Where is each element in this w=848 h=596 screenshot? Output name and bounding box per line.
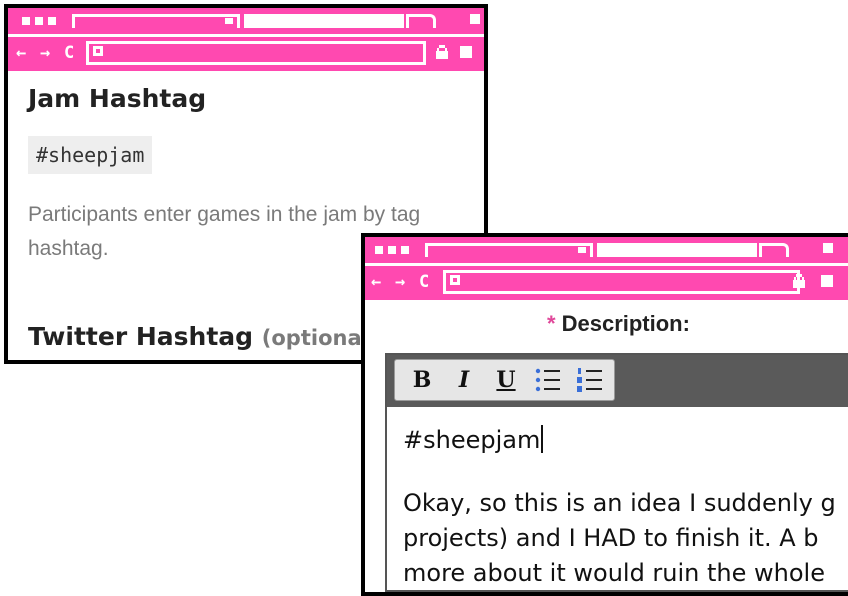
hashtag-code: #sheepjam <box>28 136 153 174</box>
lock-icon <box>436 45 448 59</box>
site-info-icon <box>93 46 103 56</box>
bold-button[interactable]: B <box>401 363 443 397</box>
numbered-list-icon <box>577 368 602 392</box>
required-asterisk: * <box>547 311 556 336</box>
bullet-list-icon <box>535 368 560 392</box>
italic-button[interactable]: I <box>443 363 485 397</box>
tab-bar <box>8 8 484 34</box>
forward-arrow-icon[interactable]: → <box>40 43 50 63</box>
description-label-text: Description: <box>561 311 690 336</box>
help-text-line-1: Participants enter games in the jam by t… <box>28 203 421 226</box>
back-arrow-icon[interactable]: ← <box>16 43 26 63</box>
editor-toolbar: B I U <box>387 355 848 407</box>
site-info-icon <box>450 275 460 285</box>
reload-icon[interactable]: C <box>419 272 429 292</box>
editor-line-text: #sheepjam <box>403 426 541 454</box>
rich-text-editor: B I U #sheepjam Okay, so this is an idea… <box>385 353 848 592</box>
lock-icon <box>793 274 805 288</box>
tab-favicon-icon <box>578 247 586 253</box>
window-dot-icon <box>375 246 383 254</box>
format-button-group: B I U <box>394 359 615 401</box>
tab-bar <box>365 237 848 263</box>
underline-button[interactable]: U <box>485 363 527 397</box>
numbered-list-button[interactable] <box>569 363 611 397</box>
menu-button[interactable] <box>460 46 472 58</box>
browser-chrome: ← → C <box>365 237 848 303</box>
back-arrow-icon[interactable]: ← <box>371 272 381 292</box>
reload-icon[interactable]: C <box>64 43 74 63</box>
tab-favicon-icon <box>225 18 233 24</box>
browser-tab-active[interactable] <box>597 243 757 257</box>
window-dot-icon <box>48 17 56 25</box>
window-corner-icon <box>470 14 480 24</box>
bullet-list-button[interactable] <box>527 363 569 397</box>
window-dot-icon <box>35 17 43 25</box>
twitter-heading-text: Twitter Hashtag <box>28 322 254 351</box>
browser-tab[interactable] <box>425 243 593 257</box>
address-bar[interactable] <box>86 41 426 65</box>
address-row: ← → C <box>8 37 484 71</box>
editor-body[interactable]: #sheepjam Okay, so this is an idea I sud… <box>387 407 848 590</box>
new-tab-button[interactable] <box>406 14 436 28</box>
window-dot-icon <box>388 246 396 254</box>
window-dot-icon <box>22 17 30 25</box>
window-dot-icon <box>401 246 409 254</box>
forward-arrow-icon[interactable]: → <box>395 272 405 292</box>
jam-hashtag-heading: Jam Hashtag <box>28 84 207 113</box>
editor-line: #sheepjam <box>403 423 848 458</box>
twitter-hashtag-heading: Twitter Hashtag (optional) <box>28 322 378 351</box>
address-bar[interactable] <box>443 270 800 294</box>
text-caret <box>541 425 544 453</box>
editor-line: projects) and I HAD to finish it. A b <box>403 524 819 552</box>
game-description-window: ← → C * Description: B I U #sheepjam Oka… <box>361 233 848 596</box>
form-content: * Description: B I U #sheepjam Okay, so … <box>365 303 848 592</box>
new-tab-button[interactable] <box>759 243 789 257</box>
help-text-line-2: hashtag. <box>28 237 109 260</box>
editor-line: Okay, so this is an idea I suddenly g <box>403 489 836 517</box>
menu-button[interactable] <box>821 275 833 287</box>
description-label: * Description: <box>365 311 848 337</box>
window-corner-icon <box>823 243 833 253</box>
browser-tab-active[interactable] <box>244 14 404 28</box>
editor-line: more about it would ruin the whole <box>403 559 825 587</box>
browser-chrome: ← → C <box>8 8 484 74</box>
address-row: ← → C <box>365 266 848 300</box>
browser-tab[interactable] <box>72 14 240 28</box>
